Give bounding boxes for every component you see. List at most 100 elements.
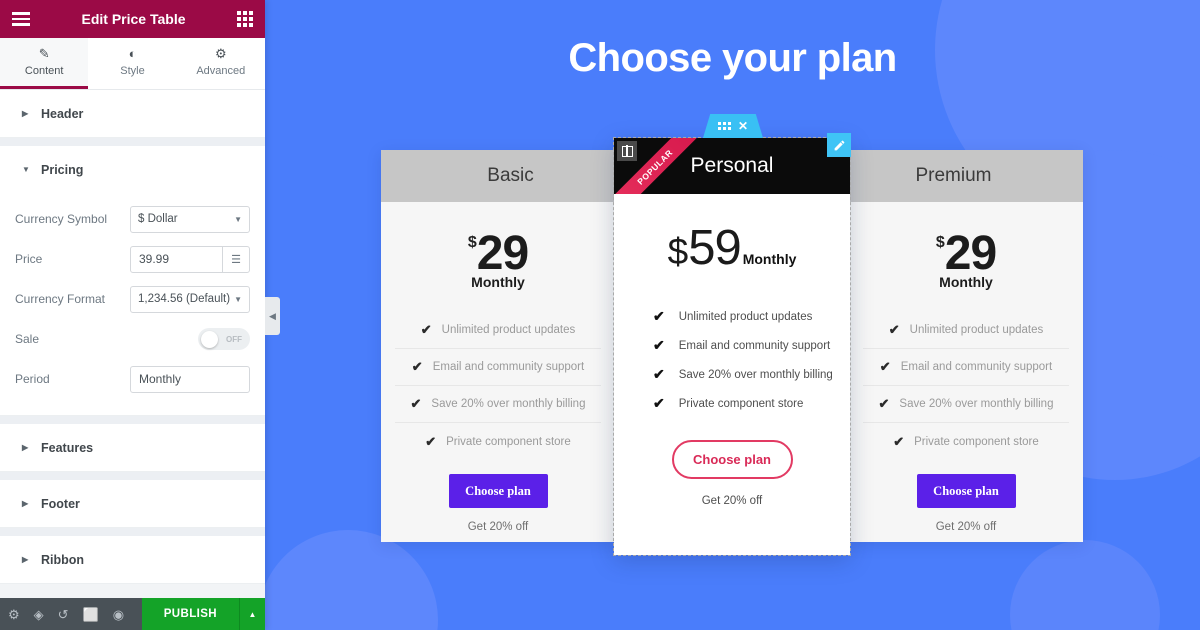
select-value: $ Dollar [138, 213, 178, 225]
check-icon: ✔ [878, 396, 890, 411]
field-label: Currency Format [15, 292, 106, 306]
editor-panel: Edit Price Table ✎ Content ◐ Style ⚙ Adv… [0, 0, 265, 630]
pencil-icon: ✎ [38, 46, 50, 61]
section-divider [0, 416, 265, 424]
price-period-basic: Monthly [471, 274, 525, 290]
price-period-personal: Monthly [742, 251, 797, 267]
feature-label: Save 20% over monthly billing [678, 368, 833, 381]
check-icon: ✔ [879, 359, 891, 374]
tab-content[interactable]: ✎ Content [0, 38, 89, 89]
section-divider [0, 472, 265, 480]
publish-options-arrow-icon[interactable]: ▲ [239, 598, 265, 630]
section-pricing-toggle[interactable]: ▼ Pricing [0, 146, 265, 193]
currency-format-select[interactable]: 1,234.56 (Default) ▼ [130, 285, 250, 313]
background-circle-bottom-left [258, 530, 438, 630]
price-block-personal: $ 59 Monthly [614, 194, 850, 276]
chevron-down-icon: ▼ [234, 214, 242, 224]
field-currency-format: Currency Format 1,234.56 (Default) ▼ [15, 279, 250, 319]
chevron-right-icon: ▶ [22, 555, 29, 564]
panel-collapse-toggle[interactable]: ◀ [265, 297, 280, 335]
tab-label: Advanced [196, 65, 246, 77]
feature-label: Unlimited product updates [909, 324, 1044, 336]
section-features-toggle[interactable]: ▶ Features [0, 424, 265, 471]
card-title-personal: Personal [690, 154, 774, 177]
close-icon[interactable]: ✕ [738, 120, 748, 132]
section-header-toggle[interactable]: ▶ Header [0, 90, 265, 137]
section-divider [0, 138, 265, 146]
currency-symbol-premium: $ [935, 234, 945, 251]
tab-label: Style [120, 65, 145, 77]
field-label: Currency Symbol [15, 212, 108, 226]
check-icon: ✔ [653, 337, 665, 353]
panel-empty-space [0, 584, 265, 598]
check-icon: ✔ [653, 308, 665, 324]
card-header-personal: POPULAR Personal [614, 138, 850, 194]
stepper-icon[interactable]: ☰ [222, 246, 249, 272]
layers-icon[interactable]: ◈ [34, 608, 44, 621]
select-value: 1,234.56 (Default) [138, 293, 231, 305]
section-label: Header [41, 106, 84, 121]
responsive-icon[interactable]: ⬜ [83, 608, 99, 621]
feature-item: ✔ Private component store [653, 389, 850, 418]
field-currency-symbol: Currency Symbol $ Dollar ▼ [15, 199, 250, 239]
check-icon: ✔ [653, 395, 665, 411]
check-icon: ✔ [893, 433, 905, 449]
column-icon[interactable] [617, 141, 637, 161]
gear-icon[interactable]: ⚙ [8, 608, 20, 621]
field-label: Price [15, 252, 43, 266]
preview-eye-icon[interactable]: ◉ [113, 608, 124, 621]
sale-toggle[interactable]: OFF [198, 328, 250, 350]
period-input[interactable]: Monthly [130, 365, 250, 393]
section-ribbon: ▶ Ribbon [0, 536, 265, 584]
panel-tabs: ✎ Content ◐ Style ⚙ Advanced [0, 38, 265, 90]
feature-item: ✔ Save 20% over monthly billing [395, 386, 601, 423]
field-sale: Sale OFF [15, 319, 250, 359]
section-footer-toggle[interactable]: ▶ Footer [0, 480, 265, 527]
price-input[interactable]: 39.99 ☰ [130, 245, 250, 273]
currency-symbol-select[interactable]: $ Dollar ▼ [130, 205, 250, 233]
hamburger-icon[interactable] [12, 12, 30, 26]
choose-plan-button-basic[interactable]: Choose plan [448, 474, 548, 508]
field-label: Period [15, 372, 50, 386]
contrast-icon: ◐ [128, 46, 137, 61]
feature-item: ✔ Email and community support [863, 349, 1069, 386]
tab-style[interactable]: ◐ Style [88, 38, 176, 89]
tab-advanced[interactable]: ⚙ Advanced [177, 38, 265, 89]
price-amount-personal: 59 [688, 221, 742, 275]
publish-button[interactable]: PUBLISH [141, 598, 239, 630]
feature-item: ✔ Unlimited product updates [395, 312, 601, 349]
check-icon: ✔ [653, 366, 665, 382]
history-icon[interactable]: ↺ [58, 608, 69, 621]
price-amount-basic: 29 [476, 227, 529, 280]
feature-label: Private component store [446, 435, 571, 448]
section-header: ▶ Header [0, 90, 265, 138]
choose-plan-button-premium[interactable]: Choose plan [916, 474, 1016, 508]
drag-dots-icon[interactable] [717, 122, 731, 130]
check-icon: ✔ [410, 396, 422, 411]
feature-label: Email and community support [900, 361, 1053, 373]
card-title-premium: Premium [849, 150, 1083, 202]
section-footer: ▶ Footer [0, 480, 265, 528]
grid-apps-icon[interactable] [237, 11, 253, 27]
section-label: Footer [41, 496, 80, 511]
feature-list-premium: ✔ Unlimited product updates ✔ Email and … [849, 312, 1083, 460]
feature-item: ✔ Unlimited product updates [863, 312, 1069, 349]
feature-item: ✔ Email and community support [395, 349, 601, 386]
feature-item: ✔ Unlimited product updates [653, 302, 850, 331]
feature-label: Unlimited product updates [441, 324, 576, 336]
section-ribbon-toggle[interactable]: ▶ Ribbon [0, 536, 265, 583]
pricing-card-premium[interactable]: Premium $ 29 Monthly ✔ Unlimited product… [849, 150, 1083, 542]
feature-item: ✔ Private component store [863, 423, 1069, 460]
edit-pencil-icon[interactable] [827, 133, 851, 157]
pricing-card-basic[interactable]: Basic $ 29 Monthly ✔ Unlimited product u… [381, 150, 615, 542]
card-title-basic: Basic [381, 150, 615, 202]
feature-item: ✔ Email and community support [653, 331, 850, 360]
pricing-card-personal[interactable]: POPULAR Personal $ 59 Monthly ✔ Unlimite… [613, 137, 851, 556]
section-pricing: ▼ Pricing Currency Symbol $ Dollar ▼ Pri… [0, 146, 265, 416]
price-input-value: 39.99 [139, 252, 170, 266]
choose-plan-button-personal[interactable]: Choose plan [671, 440, 793, 479]
check-icon: ✔ [411, 359, 423, 374]
card-footer-note-basic: Get 20% off [467, 521, 529, 533]
widget-selection-toolbar[interactable]: ✕ [703, 114, 763, 138]
price-block-basic: $ 29 Monthly [381, 202, 615, 291]
